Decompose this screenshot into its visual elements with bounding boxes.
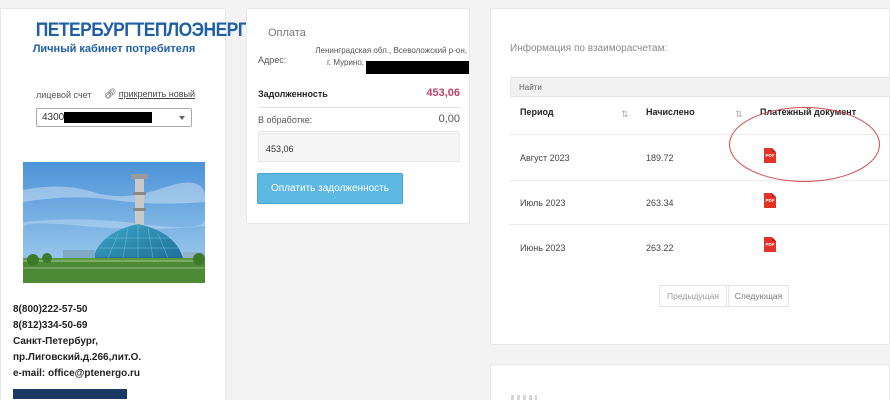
- payment-panel: Оплата Адрес: Ленинградская обл., Всевол…: [246, 8, 470, 224]
- address-label: Адрес:: [258, 55, 287, 65]
- pdf-label: PDF: [765, 242, 775, 247]
- email: e-mail: office@ptenergo.ru: [13, 368, 140, 379]
- brand-name: ПЕТЕРБУРГТЕПЛОЭНЕРГО: [35, 20, 261, 41]
- column-header-period[interactable]: Период: [520, 107, 554, 117]
- pdf-label: PDF: [765, 198, 775, 203]
- divider: [258, 107, 460, 108]
- processing-row: В обработке: 0,00: [258, 113, 460, 125]
- row-period: Июнь 2023: [520, 243, 566, 253]
- phone-1: 8(800)222-57-50: [13, 304, 88, 315]
- pay-debt-button[interactable]: Оплатить задолженность: [257, 173, 403, 204]
- street-address: пр.Лиговский.д.266,лит.О.: [13, 352, 142, 363]
- debt-label: Задолженность: [258, 89, 328, 99]
- row-period: Август 2023: [520, 153, 570, 163]
- prev-page-button[interactable]: Предыдущая: [659, 285, 727, 307]
- column-header-charged[interactable]: Начислено: [646, 107, 695, 117]
- pdf-icon[interactable]: PDF: [764, 237, 776, 252]
- row-divider: [509, 224, 890, 225]
- account-label: лицевой счет: [36, 90, 92, 100]
- settlements-title: Информация по взаиморасчетам:: [510, 43, 668, 54]
- search-input[interactable]: Найти: [510, 77, 890, 97]
- address-redaction: [366, 61, 469, 74]
- account-redaction: [64, 112, 152, 123]
- pdf-page-fold: [772, 237, 776, 241]
- contacts-block: 8(800)222-57-50 8(812)334-50-69 Санкт-Пе…: [13, 302, 141, 382]
- pdf-page-fold: [772, 193, 776, 197]
- processing-label: В обработке:: [258, 115, 313, 125]
- account-select[interactable]: 4300: [36, 108, 192, 127]
- city: Санкт-Петербург,: [13, 336, 99, 347]
- divider: [258, 131, 460, 132]
- row-charged: 189.72: [646, 153, 674, 163]
- account-select-value: 4300: [42, 112, 65, 123]
- highlight-annotation: [729, 107, 880, 182]
- attach-account-text: прикрепить новый: [118, 89, 196, 99]
- row-charged: 263.22: [646, 243, 674, 253]
- building-photo: [23, 162, 205, 283]
- debt-row: Задолженность 453,06: [258, 87, 460, 99]
- address-line-1: Ленинградская обл., Всеволожский р-он,: [315, 46, 467, 55]
- pdf-icon[interactable]: PDF: [764, 193, 776, 208]
- next-page-button[interactable]: Следующая: [728, 285, 789, 307]
- brand-subtitle: Личный кабинет потребителя: [32, 43, 196, 55]
- sort-icon[interactable]: ⇅: [621, 109, 629, 120]
- sidebar-button[interactable]: [13, 389, 127, 399]
- paperclip-icon: 🔗︎: [104, 89, 117, 100]
- loading-placeholder: [511, 395, 537, 400]
- bottom-panel: [490, 364, 890, 400]
- debt-value: 453,06: [426, 87, 460, 99]
- chevron-down-icon: [179, 116, 185, 120]
- sort-icon[interactable]: ⇅: [735, 109, 743, 120]
- attach-account-link[interactable]: 🔗︎ прикрепить новый: [104, 89, 195, 100]
- row-charged: 263.34: [646, 198, 674, 208]
- payment-title: Оплата: [268, 27, 306, 39]
- payment-amount-input[interactable]: 453,06: [258, 133, 460, 162]
- brand-logo[interactable]: ПЕТЕРБУРГТЕПЛОЭНЕРГО Личный кабинет потр…: [29, 20, 261, 55]
- processing-value: 0,00: [438, 113, 460, 125]
- row-period: Июль 2023: [520, 198, 566, 208]
- phone-2: 8(812)334-50-69: [13, 320, 88, 331]
- row-divider: [509, 180, 890, 181]
